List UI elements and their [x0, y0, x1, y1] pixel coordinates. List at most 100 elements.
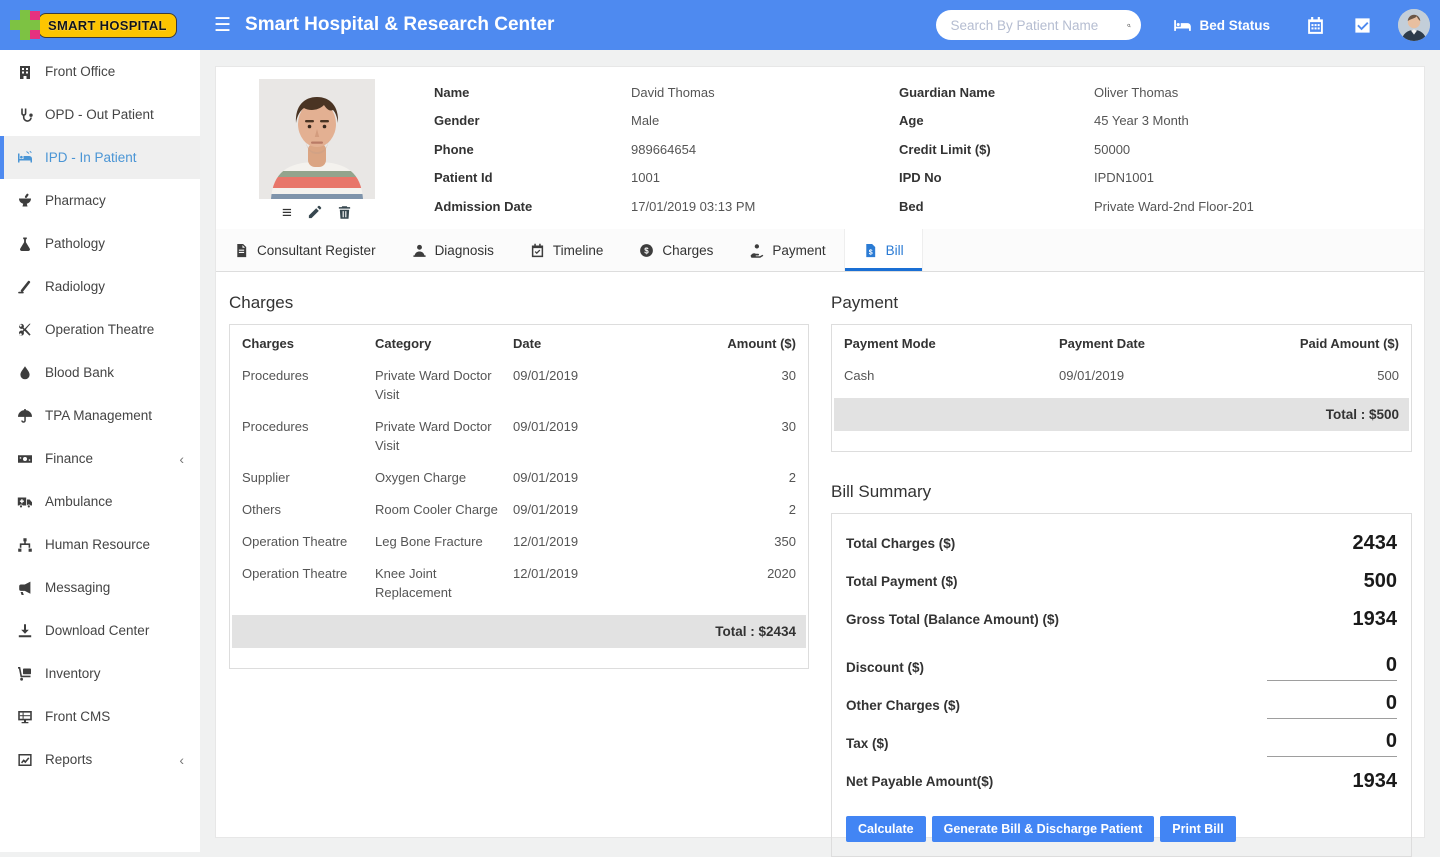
cell-amount: 2 [633, 500, 796, 519]
sidebar-item-label: Finance [45, 451, 93, 466]
tab-consultant-register[interactable]: Consultant Register [216, 229, 394, 271]
mortar-pestle-icon [17, 193, 33, 209]
column-header: Paid Amount ($) [1239, 336, 1399, 351]
charges-total: Total : $2434 [232, 615, 806, 648]
table-row: Supplier Oxygen Charge 09/01/2019 2 [230, 460, 808, 492]
tab-charges[interactable]: $ Charges [621, 229, 731, 271]
bill-summary-title: Bill Summary [831, 482, 1412, 502]
sidebar-item-tpa-management[interactable]: TPA Management [0, 394, 200, 437]
sidebar-item-label: TPA Management [45, 408, 152, 423]
summary-value: 1934 [1353, 608, 1398, 631]
bed-status-button[interactable]: Bed Status [1173, 16, 1270, 35]
cell-category: Private Ward Doctor Visit [375, 417, 513, 455]
sidebar-item-front-office[interactable]: Front Office [0, 50, 200, 93]
field-label: IPD No [899, 170, 1094, 185]
generate-bill-discharge-button[interactable]: Generate Bill & Discharge Patient [932, 816, 1155, 842]
sidebar-item-opd[interactable]: OPD - Out Patient [0, 93, 200, 136]
tab-payment[interactable]: Payment [731, 229, 843, 271]
cell-mode: Cash [844, 366, 1059, 385]
cell-date: 12/01/2019 [513, 532, 633, 551]
download-icon [17, 623, 33, 639]
logo-text: SMART HOSPITAL [38, 13, 177, 38]
svg-text:$: $ [868, 249, 872, 256]
print-bill-button[interactable]: Print Bill [1160, 816, 1235, 842]
summary-row: Tax ($) 0 [846, 724, 1397, 762]
sidebar-item-ambulance[interactable]: Ambulance [0, 480, 200, 523]
calendar-icon[interactable] [1306, 16, 1325, 35]
search-icon[interactable] [1127, 17, 1131, 34]
sidebar-item-blood-bank[interactable]: Blood Bank [0, 351, 200, 394]
cell-date: 09/01/2019 [513, 366, 633, 404]
sidebar-item-ipd[interactable]: IPD - In Patient [0, 136, 200, 179]
payment-table-header: Payment Mode Payment Date Paid Amount ($… [832, 325, 1411, 358]
sidebar-item-finance[interactable]: Finance ‹ [0, 437, 200, 480]
summary-row: Net Payable Amount($) 1934 [846, 762, 1397, 800]
tab-bill[interactable]: $ Bill [844, 229, 923, 271]
hospital-cross-icon [10, 10, 40, 40]
field-label: Gender [434, 113, 631, 128]
payment-title: Payment [831, 293, 1412, 313]
scissors-icon [17, 322, 33, 338]
sidebar-item-download-center[interactable]: Download Center [0, 609, 200, 652]
menu-icon[interactable]: ≡ [282, 205, 292, 220]
summary-value: 500 [1364, 570, 1397, 593]
delete-icon[interactable] [337, 205, 352, 220]
discount-input[interactable]: 0 [1267, 654, 1397, 681]
banknote-icon [17, 451, 33, 467]
field-label: Patient Id [434, 170, 631, 185]
field-value: 989664654 [631, 142, 696, 157]
summary-value: 2434 [1353, 532, 1398, 555]
tab-timeline[interactable]: Timeline [512, 229, 622, 271]
column-header: Charges [242, 336, 375, 351]
tab-diagnosis[interactable]: Diagnosis [394, 229, 512, 271]
search-input[interactable] [950, 18, 1127, 33]
sidebar-item-pathology[interactable]: Pathology [0, 222, 200, 265]
summary-row: Total Payment ($) 500 [846, 562, 1397, 600]
ambulance-icon [17, 494, 33, 510]
summary-row: Gross Total (Balance Amount) ($) 1934 [846, 600, 1397, 638]
app-logo[interactable]: SMART HOSPITAL [0, 0, 200, 50]
summary-label: Other Charges ($) [846, 698, 1267, 713]
hamburger-menu-icon[interactable]: ☰ [214, 16, 231, 35]
tasks-check-icon[interactable] [1353, 16, 1372, 35]
field-value: 1001 [631, 170, 660, 185]
field-value: 50000 [1094, 142, 1130, 157]
other-charges-input[interactable]: 0 [1267, 692, 1397, 719]
tab-label: Diagnosis [435, 243, 494, 258]
calculate-button[interactable]: Calculate [846, 816, 926, 842]
field-value: Male [631, 113, 659, 128]
sidebar-item-radiology[interactable]: Radiology [0, 265, 200, 308]
cell-amount: 2020 [633, 564, 796, 602]
edit-icon[interactable] [307, 205, 322, 220]
bed-icon [1173, 16, 1192, 35]
column-header: Date [513, 336, 633, 351]
user-avatar[interactable] [1398, 9, 1430, 41]
sidebar-item-pharmacy[interactable]: Pharmacy [0, 179, 200, 222]
cell-category: Room Cooler Charge [375, 500, 513, 519]
field-label: Credit Limit ($) [899, 142, 1094, 157]
sidebar-item-operation-theatre[interactable]: Operation Theatre [0, 308, 200, 351]
summary-label: Total Payment ($) [846, 574, 1364, 589]
cell-charge: Others [242, 500, 375, 519]
field-label: Admission Date [434, 199, 631, 214]
summary-label: Net Payable Amount($) [846, 774, 1353, 789]
chevron-left-icon: ‹ [179, 752, 200, 768]
field-label: Name [434, 85, 631, 100]
sidebar-item-label: Front CMS [45, 709, 110, 724]
bill-icon: $ [863, 243, 878, 258]
cell-amount: 30 [633, 417, 796, 455]
sidebar-item-human-resource[interactable]: Human Resource [0, 523, 200, 566]
sidebar-item-inventory[interactable]: Inventory [0, 652, 200, 695]
sidebar-item-front-cms[interactable]: Front CMS [0, 695, 200, 738]
tax-input[interactable]: 0 [1267, 730, 1397, 757]
chevron-left-icon: ‹ [179, 451, 200, 467]
sidebar-item-label: Pathology [45, 236, 105, 251]
column-header: Amount ($) [633, 336, 796, 351]
field-label: Guardian Name [899, 85, 1094, 100]
tab-label: Payment [772, 243, 825, 258]
patient-search [936, 10, 1141, 40]
sidebar-item-reports[interactable]: Reports ‹ [0, 738, 200, 781]
cell-charge: Procedures [242, 366, 375, 404]
sidebar-item-messaging[interactable]: Messaging [0, 566, 200, 609]
table-row: Cash 09/01/2019 500 [832, 358, 1411, 390]
